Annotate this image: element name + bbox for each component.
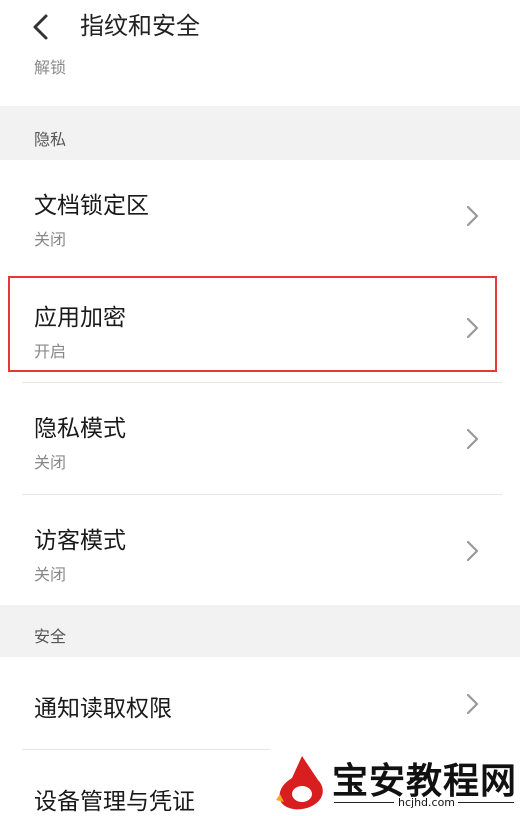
chevron-right-icon <box>466 205 479 227</box>
unlock-label-partial[interactable]: 解锁 <box>34 54 66 78</box>
chevron-right-icon <box>466 317 479 339</box>
chevron-right-icon <box>466 693 479 715</box>
page-title: 指纹和安全 <box>80 12 200 40</box>
item-title: 文档锁定区 <box>34 193 149 219</box>
header-bar: 指纹和安全 <box>0 0 520 56</box>
item-status: 关闭 <box>34 453 67 472</box>
item-title: 通知读取权限 <box>34 696 172 722</box>
back-arrow-icon[interactable] <box>28 12 54 42</box>
list-item-document-lock[interactable]: 文档锁定区 关闭 <box>0 160 520 270</box>
watermark-url: hcjhd.com <box>398 796 456 809</box>
watermark-rule <box>334 802 394 803</box>
section-label: 隐私 <box>34 130 67 149</box>
section-header-privacy: 隐私 <box>0 106 520 160</box>
chevron-right-icon <box>466 540 479 562</box>
list-item-app-encryption[interactable]: 应用加密 开启 <box>0 272 520 382</box>
watermark-rule <box>458 802 514 803</box>
item-status: 关闭 <box>34 230 67 249</box>
list-item-notification-access[interactable]: 通知读取权限 <box>0 657 520 749</box>
watermark-logo <box>276 756 323 810</box>
chevron-right-icon <box>466 428 479 450</box>
section-label: 安全 <box>34 627 67 646</box>
item-status: 关闭 <box>34 565 67 584</box>
item-title: 应用加密 <box>34 305 126 331</box>
section-header-security: 安全 <box>0 605 520 657</box>
item-title: 设备管理与凭证 <box>34 789 195 815</box>
list-item-guest-mode[interactable]: 访客模式 关闭 <box>0 495 520 605</box>
item-title: 隐私模式 <box>34 416 126 442</box>
item-status: 开启 <box>34 342 67 361</box>
item-title: 访客模式 <box>34 528 126 554</box>
list-item-privacy-mode[interactable]: 隐私模式 关闭 <box>0 383 520 493</box>
